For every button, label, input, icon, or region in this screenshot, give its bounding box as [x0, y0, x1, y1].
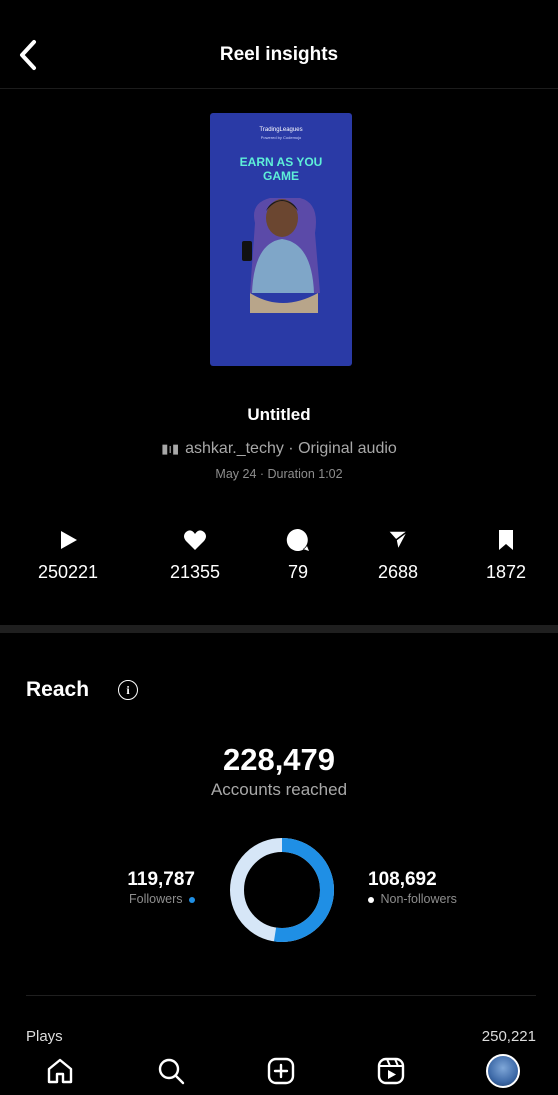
stat-value: 21355	[169, 562, 221, 582]
section-divider	[0, 625, 558, 633]
nonfollowers-dot	[368, 896, 374, 903]
reach-separator	[26, 995, 536, 996]
reels-icon[interactable]	[374, 1054, 408, 1088]
share-icon	[348, 528, 448, 552]
page-title: Reel insights	[219, 44, 339, 65]
followers-label: Followers	[129, 892, 195, 906]
stat-shares: 2688	[348, 528, 448, 583]
stat-comments: 79	[248, 528, 348, 583]
followers-dot	[189, 896, 195, 903]
nonfollowers-label-text: Non-followers	[380, 892, 457, 906]
bookmark-icon	[456, 528, 556, 552]
header: Reel insights	[0, 0, 558, 89]
stat-value: 2688	[377, 562, 419, 582]
audio-wave-icon: ▮ı▮	[161, 441, 180, 456]
reel-meta: May 24 · Duration 1:02	[215, 467, 343, 481]
stat-value: 79	[287, 562, 309, 582]
reel-thumbnail[interactable]: TradingLeagues Powered by Codemojo EARN …	[210, 113, 352, 366]
search-icon[interactable]	[154, 1054, 188, 1088]
avatar	[486, 1054, 520, 1088]
thumbnail-person-image	[242, 198, 320, 313]
stat-value: 250221	[37, 562, 99, 582]
reach-donut-chart	[230, 838, 334, 942]
create-icon[interactable]	[264, 1054, 298, 1088]
home-icon[interactable]	[43, 1054, 77, 1088]
followers-value: 119,787	[127, 869, 195, 890]
profile-avatar[interactable]	[486, 1054, 520, 1088]
accounts-reached-label: Accounts reached	[210, 780, 348, 799]
info-icon[interactable]: i	[118, 680, 138, 700]
nonfollowers-label: Non-followers	[368, 892, 457, 906]
play-icon	[18, 528, 118, 552]
followers-label-text: Followers	[129, 892, 183, 906]
stat-plays: 250221	[18, 528, 118, 583]
reach-title: Reach	[26, 678, 90, 701]
plays-value: 250,221	[481, 1028, 536, 1045]
reel-title: Untitled	[247, 405, 311, 424]
nonfollowers-value: 108,692	[368, 869, 437, 890]
audio-label: ashkar._techy · Original audio	[185, 440, 397, 457]
stat-likes: 21355	[145, 528, 245, 583]
stat-value: 1872	[485, 562, 527, 582]
bottom-nav	[0, 1046, 558, 1095]
accounts-reached-value: 228,479	[222, 742, 336, 777]
comment-icon	[248, 528, 348, 552]
reel-audio[interactable]: ▮ı▮ ashkar._techy · Original audio	[0, 440, 558, 458]
plays-label: Plays	[26, 1028, 63, 1045]
heart-icon	[145, 528, 245, 552]
stat-saves: 1872	[456, 528, 556, 583]
